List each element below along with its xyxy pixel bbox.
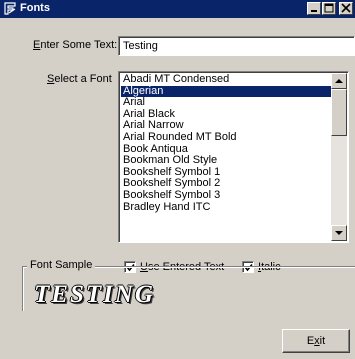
enter-text-label: Enter Some Text: — [33, 39, 117, 51]
font-list-item[interactable]: Abadi MT Condensed — [121, 73, 332, 86]
select-font-label: Select a Font — [47, 73, 112, 85]
font-list-scrollbar[interactable] — [331, 73, 347, 241]
maximize-icon — [324, 3, 334, 13]
fonts-app-icon[interactable] — [3, 1, 17, 15]
select-font-label-post: elect a Font — [54, 73, 112, 85]
scroll-down-button[interactable] — [331, 225, 347, 241]
font-listbox[interactable]: Abadi MT Condensed Algerian Arial Arial … — [118, 71, 349, 243]
close-button[interactable] — [339, 2, 353, 15]
maximize-button[interactable] — [322, 2, 336, 15]
font-sample-text: TESTING — [34, 281, 155, 308]
font-list-item-selected[interactable]: Algerian — [121, 85, 332, 98]
font-list-item[interactable]: Bradley Hand ITC — [121, 201, 332, 214]
enter-text-field[interactable] — [118, 36, 355, 56]
minimize-icon — [311, 10, 317, 12]
scroll-up-button[interactable] — [331, 73, 347, 89]
font-list-item[interactable]: Bookshelf Symbol 3 — [121, 189, 332, 202]
font-list-items: Abadi MT Condensed Algerian Arial Arial … — [121, 73, 332, 214]
enter-text-label-post: nter Some Text: — [40, 39, 118, 51]
font-list-item[interactable]: Arial Rounded MT Bold — [121, 131, 332, 144]
scroll-thumb[interactable] — [331, 89, 347, 136]
arrow-up-icon — [335, 79, 343, 83]
arrow-down-icon — [335, 231, 343, 235]
title-bar[interactable]: Fonts — [0, 0, 355, 18]
window-title: Fonts — [20, 2, 50, 14]
font-list-item[interactable]: Bookman Old Style — [121, 155, 332, 167]
exit-label-post: it — [319, 335, 326, 347]
minimize-button[interactable] — [307, 2, 321, 15]
font-sample-group-label: Font Sample — [27, 259, 96, 271]
exit-button[interactable]: Exit — [282, 329, 350, 353]
close-icon — [341, 3, 351, 13]
